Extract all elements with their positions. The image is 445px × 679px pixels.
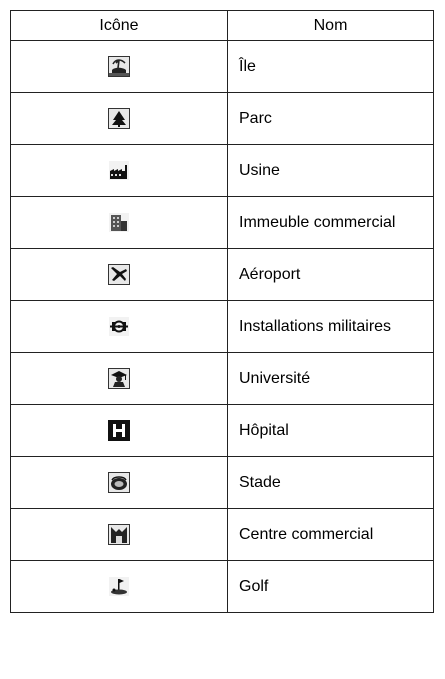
table-row: Immeuble commercial xyxy=(10,196,434,249)
factory-icon xyxy=(108,160,130,181)
airplane-icon xyxy=(108,264,130,285)
header-icon: Icône xyxy=(10,10,228,41)
table-row: Université xyxy=(10,352,434,405)
name-cell: Île xyxy=(227,40,434,93)
name-cell: Aéroport xyxy=(227,248,434,301)
table-row: Installations militaires xyxy=(10,300,434,353)
table-row: Centre commercial xyxy=(10,508,434,561)
shopping-center-icon xyxy=(108,524,130,545)
name-cell: Golf xyxy=(227,560,434,613)
name-cell: Parc xyxy=(227,92,434,145)
golf-icon xyxy=(108,576,130,597)
table-row: Aéroport xyxy=(10,248,434,301)
military-icon xyxy=(108,316,130,337)
island-icon xyxy=(108,56,130,77)
name-cell: Hôpital xyxy=(227,404,434,457)
park-tree-icon xyxy=(108,108,130,129)
table-row: Île xyxy=(10,40,434,93)
hospital-h-icon xyxy=(108,420,130,441)
table-row: Parc xyxy=(10,92,434,145)
stadium-icon xyxy=(108,472,130,493)
name-cell: Stade xyxy=(227,456,434,509)
table-row: Golf xyxy=(10,560,434,613)
poi-icon-table: Icône Nom Île Parc Usine Immeuble commer… xyxy=(10,10,434,613)
table-row: Usine xyxy=(10,144,434,197)
table-row: Stade xyxy=(10,456,434,509)
table-header-row: Icône Nom xyxy=(10,10,434,41)
table-row: Hôpital xyxy=(10,404,434,457)
commercial-building-icon xyxy=(108,212,130,233)
university-icon xyxy=(108,368,130,389)
name-cell: Usine xyxy=(227,144,434,197)
name-cell: Centre commercial xyxy=(227,508,434,561)
name-cell: Université xyxy=(227,352,434,405)
header-name: Nom xyxy=(227,10,434,41)
name-cell: Installations militaires xyxy=(227,300,434,353)
name-cell: Immeuble commercial xyxy=(227,196,434,249)
